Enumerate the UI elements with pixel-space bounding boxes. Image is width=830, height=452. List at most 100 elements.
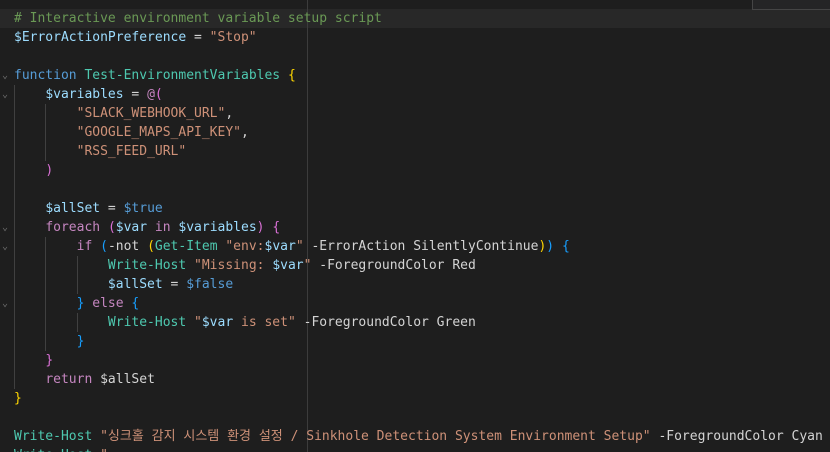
code-token: " [100, 448, 108, 452]
fold-chevron-icon[interactable]: ⌄ [0, 218, 10, 237]
code-token: ) [45, 163, 54, 178]
code-token: " [194, 315, 202, 330]
code-line[interactable]: } [14, 332, 85, 351]
code-token: $variables [178, 220, 257, 235]
code-token: Write-Host [107, 258, 187, 273]
code-token: = [123, 87, 148, 102]
code-token: -ForegroundColor Cyan [658, 429, 823, 444]
code-editor[interactable]: ⌄ ⌄ ⌄ ⌄ ⌄ # Interactive environment variable… [0, 0, 830, 452]
code-token: "Stop" [209, 30, 257, 45]
code-token: # Interactive environment variable setup… [14, 11, 382, 26]
code-line[interactable]: Write-Host "Missing: $var" -ForegroundCo… [14, 256, 476, 275]
code-token: -ErrorAction SilentlyContinue [311, 239, 539, 254]
code-token: $true [123, 201, 163, 216]
code-token: "SLACK_WEBHOOK_URL" [76, 106, 226, 121]
code-token: $var [272, 258, 304, 273]
code-token: ( [154, 87, 163, 102]
code-line[interactable]: $allSet = $true [14, 199, 163, 218]
fold-chevron-icon[interactable]: ⌄ [0, 237, 10, 256]
code-token: $allSet [100, 372, 155, 387]
code-token: is set" [233, 315, 296, 330]
code-token: ( [100, 239, 108, 254]
fold-chevron-icon[interactable]: ⌄ [0, 85, 10, 104]
code-line[interactable]: } else { [14, 294, 140, 313]
code-line[interactable]: "SLACK_WEBHOOK_URL", [14, 104, 234, 123]
code-token: Write-Host [14, 448, 92, 452]
find-widget-edge [752, 0, 830, 10]
code-token: "싱크홀 감지 시스템 환경 설정 / Sinkhole Detection S… [100, 429, 651, 444]
code-token: ) [256, 220, 265, 235]
code-token: foreach [45, 220, 101, 235]
code-token: Test-EnvironmentVariables [84, 68, 281, 83]
code-line[interactable]: Write-Host " [14, 446, 108, 452]
code-token: { [272, 220, 281, 235]
code-line[interactable]: function Test-EnvironmentVariables { [14, 66, 296, 85]
code-token: Get-Item [154, 239, 218, 254]
code-line[interactable]: if (-not (Get-Item "env:$var" -ErrorActi… [14, 237, 570, 256]
code-token: } [45, 353, 54, 368]
code-line[interactable]: Write-Host "$var is set" -ForegroundColo… [14, 313, 476, 332]
code-token: $var [264, 239, 296, 254]
code-token: ( [147, 239, 155, 254]
code-line[interactable]: "RSS_FEED_URL" [14, 142, 187, 161]
fold-chevron-icon[interactable]: ⌄ [0, 294, 10, 313]
code-line[interactable]: Write-Host "싱크홀 감지 시스템 환경 설정 / Sinkhole … [14, 427, 823, 446]
code-line[interactable]: ) [14, 161, 53, 180]
vertical-ruler [307, 0, 308, 452]
code-token: -ForegroundColor Green [303, 315, 476, 330]
code-token: -not [107, 239, 140, 254]
code-line[interactable]: } [14, 351, 53, 370]
code-token: { [131, 296, 140, 311]
code-token: if [76, 239, 93, 254]
code-token: Write-Host [14, 429, 93, 444]
code-token: in [147, 220, 179, 235]
code-line[interactable]: "GOOGLE_MAPS_API_KEY", [14, 123, 249, 142]
code-token: Write-Host [107, 315, 187, 330]
code-token: $variables [45, 87, 124, 102]
code-token: else [92, 296, 124, 311]
code-token: $ErrorActionPreference [14, 30, 187, 45]
code-token: ( [107, 220, 116, 235]
code-token: "GOOGLE_MAPS_API_KEY" [76, 125, 241, 140]
code-line[interactable]: $variables = @( [14, 85, 163, 104]
code-token: "RSS_FEED_URL" [76, 144, 187, 159]
code-token: , [225, 106, 234, 121]
code-token: = [186, 30, 210, 45]
code-token: function [14, 68, 77, 83]
code-token: $false [186, 277, 234, 292]
fold-chevron-icon[interactable]: ⌄ [0, 66, 10, 85]
code-token: "Missing: [194, 258, 273, 273]
code-line[interactable]: return $allSet [14, 370, 155, 389]
code-token: { [561, 239, 570, 254]
code-line[interactable]: } [14, 389, 22, 408]
code-token: $allSet [107, 277, 163, 292]
code-token: $allSet [45, 201, 101, 216]
code-line[interactable]: # Interactive environment variable setup… [14, 9, 382, 28]
code-line[interactable]: $ErrorActionPreference = "Stop" [14, 28, 257, 47]
code-token: { [287, 68, 296, 83]
code-token: ) [546, 239, 555, 254]
code-token: "env: [225, 239, 265, 254]
code-line[interactable]: foreach ($var in $variables) { [14, 218, 280, 237]
code-line[interactable]: $allSet = $false [14, 275, 233, 294]
